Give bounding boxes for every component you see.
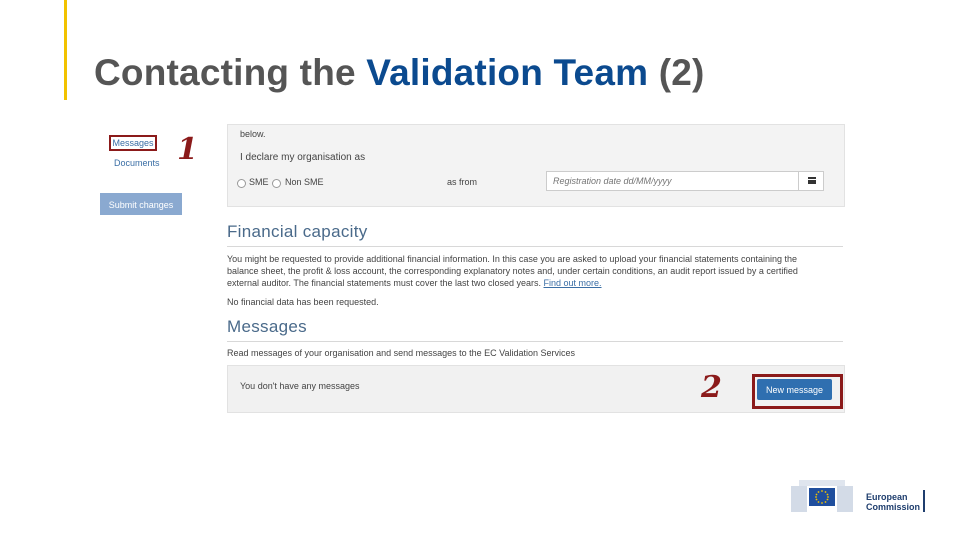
registration-date-input[interactable]: [546, 171, 824, 191]
berlaymont-logo-icon: [791, 480, 853, 512]
european-commission-logo: European Commission: [789, 476, 949, 516]
section-divider: [227, 341, 843, 342]
truncated-text-below: below.: [240, 129, 266, 139]
non-sme-radio[interactable]: [272, 179, 281, 188]
messages-description: Read messages of your organisation and s…: [227, 348, 576, 358]
organisation-page-screenshot: below. I declare my organisation as SME …: [227, 124, 845, 416]
find-out-more-link[interactable]: Find out more.: [544, 278, 602, 288]
title-accent-bar: [64, 0, 67, 100]
calendar-button[interactable]: [798, 171, 824, 191]
declare-label: I declare my organisation as: [240, 152, 366, 163]
financial-capacity-heading: Financial capacity: [227, 222, 368, 241]
submit-changes-button[interactable]: Submit changes: [100, 193, 182, 215]
ec-wordmark-line1: European: [866, 492, 908, 502]
title-part1: Contacting the: [94, 52, 367, 93]
sme-radio[interactable]: [237, 179, 246, 188]
nav-documents-link[interactable]: Documents: [114, 158, 160, 168]
financial-capacity-paragraph: You might be requested to provide additi…: [227, 253, 827, 289]
title-part2: (2): [648, 52, 705, 93]
no-messages-text: You don't have any messages: [240, 381, 360, 391]
ec-wordmark: European Commission: [866, 492, 920, 512]
nav-messages-link[interactable]: Messages: [109, 135, 157, 151]
as-from-label: as from: [447, 177, 478, 187]
title-highlight: Validation Team: [366, 52, 649, 93]
ec-logo-bar: [923, 490, 925, 512]
new-message-button[interactable]: New message: [757, 379, 832, 400]
no-financial-data-text: No financial data has been requested.: [227, 297, 379, 307]
annotation-step-2: 2: [701, 370, 722, 405]
non-sme-radio-label: Non SME: [285, 177, 324, 187]
sme-declaration-panel: below. I declare my organisation as SME …: [227, 124, 845, 207]
ec-wordmark-line2: Commission: [866, 502, 921, 512]
calendar-icon: [808, 177, 816, 184]
slide-title: Contacting the Validation Team (2): [94, 52, 705, 94]
financial-capacity-text: You might be requested to provide additi…: [227, 254, 798, 288]
annotation-step-1: 1: [177, 132, 198, 167]
section-divider: [227, 246, 843, 247]
sme-radio-label: SME: [249, 177, 269, 187]
messages-heading: Messages: [227, 317, 307, 336]
